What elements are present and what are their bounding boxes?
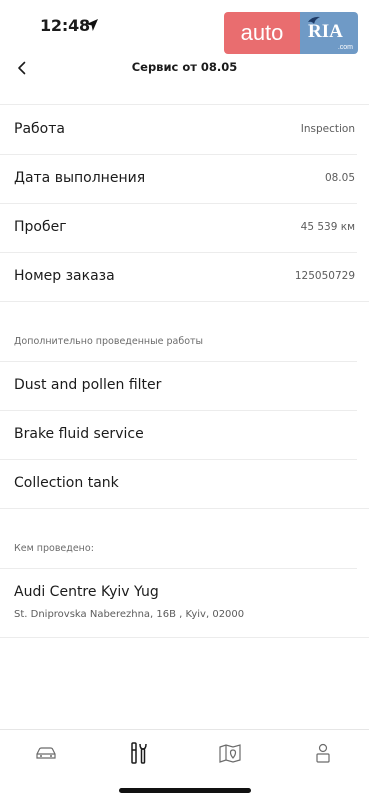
detail-row-order-number: Номер заказа 125050729 (0, 253, 369, 302)
detail-label: Пробег (14, 219, 67, 235)
detail-row-work: Работа Inspection (0, 105, 369, 154)
navigation-bar: Сервис от 08.05 (0, 52, 369, 84)
detail-row-mileage: Пробег 45 539 км (0, 204, 369, 253)
detail-value: 45 539 км (300, 221, 355, 233)
section-divider (0, 301, 369, 302)
section-divider (0, 637, 369, 638)
car-icon (36, 747, 56, 759)
dealer-info: Audi Centre Kyiv Yug St. Dniprovska Nabe… (0, 569, 369, 637)
tab-map[interactable] (210, 738, 250, 768)
user-icon (316, 743, 330, 763)
tab-service[interactable] (119, 738, 159, 768)
detail-value: Inspection (300, 123, 355, 135)
detail-label: Дата выполнения (14, 170, 146, 186)
dealer-name: Audi Centre Kyiv Yug (14, 584, 159, 600)
autoria-watermark: auto RIA .com (224, 12, 358, 54)
list-item: Dust and pollen filter (0, 362, 369, 410)
status-time: 12:48 (40, 16, 90, 35)
tab-car[interactable] (26, 738, 66, 768)
detail-value: 08.05 (324, 172, 355, 184)
watermark-ria-text: RIA (308, 21, 343, 42)
performed-by-title: Кем проведено: (14, 543, 94, 554)
home-indicator (119, 788, 251, 793)
watermark-ria-block: RIA .com (300, 12, 358, 54)
service-tools-icon (131, 742, 147, 764)
list-item: Brake fluid service (0, 411, 369, 459)
detail-label: Работа (14, 121, 65, 137)
map-location-icon (219, 744, 241, 763)
section-divider (0, 508, 369, 509)
watermark-auto-text: auto (224, 12, 300, 54)
detail-row-date: Дата выполнения 08.05 (0, 155, 369, 204)
detail-label: Номер заказа (14, 268, 115, 284)
additional-work-label: Collection tank (14, 475, 119, 491)
status-bar: 12:48 auto RIA .com (0, 0, 369, 54)
page-title: Сервис от 08.05 (131, 60, 238, 74)
list-item: Collection tank (0, 460, 369, 508)
watermark-com-text: .com (337, 44, 353, 51)
dealer-address: St. Dniprovska Naberezhna, 16B , Kyiv, 0… (14, 609, 245, 620)
additional-works-title: Дополнительно проведенные работы (14, 336, 204, 347)
location-arrow-icon (86, 19, 98, 31)
additional-work-label: Brake fluid service (14, 426, 144, 442)
additional-work-label: Dust and pollen filter (14, 377, 162, 393)
tab-profile[interactable] (303, 738, 343, 768)
detail-value: 125050729 (294, 270, 355, 282)
